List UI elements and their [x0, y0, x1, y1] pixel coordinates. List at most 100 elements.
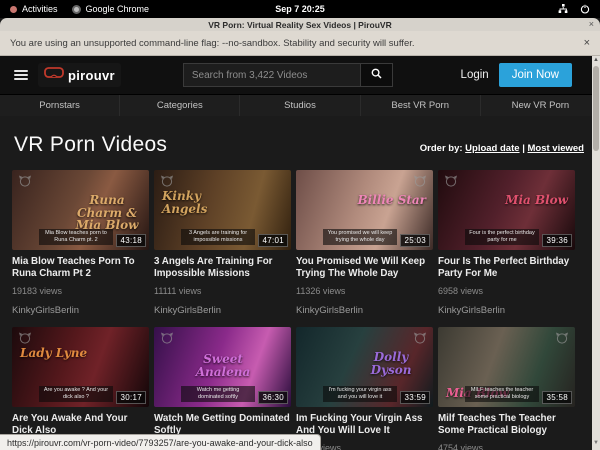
nav-item-pornstars[interactable]: Pornstars	[0, 95, 120, 116]
video-thumbnail[interactable]: Runa Charm & Mia Blow Mia Blow teaches p…	[12, 170, 149, 250]
thumbnail-overlay-title: Kinky Angels	[162, 190, 232, 215]
menu-icon[interactable]	[14, 70, 28, 80]
thumbnail-caption: MILF teaches the teacher some practical …	[465, 386, 539, 402]
video-views: 4754 views	[438, 443, 575, 450]
duration-badge: 30:17	[116, 391, 146, 404]
thumbnail-overlay-title: Dolly Dyson	[356, 351, 426, 376]
video-title[interactable]: Milf Teaches The Teacher Some Practical …	[438, 413, 575, 436]
video-title[interactable]: 3 Angels Are Training For Impossible Mis…	[154, 256, 291, 279]
scrollbar-thumb[interactable]	[593, 66, 599, 151]
video-views: 11326 views	[296, 286, 433, 296]
video-studio-link[interactable]: KinkyGirlsBerlin	[438, 305, 575, 316]
video-card[interactable]: Billie Star You promised we will keep tr…	[296, 170, 433, 316]
site-header: pirouvr Login Join Now	[0, 56, 600, 94]
thumbnail-caption: I'm fucking your virgin ass and you will…	[323, 386, 397, 402]
search-icon	[371, 66, 382, 84]
thumbnail-caption: Are you awake ? And your dick also ?	[39, 386, 113, 402]
thumbnail-caption: Mia Blow teaches porn to Runa Charm pt. …	[39, 229, 113, 245]
video-views: 19183 views	[12, 286, 149, 296]
browser-warning-bar: You are using an unsupported command-lin…	[0, 31, 600, 56]
page-scrollbar[interactable]: ▲ ▼	[592, 56, 600, 450]
duration-badge: 33:59	[400, 391, 430, 404]
warning-close-icon[interactable]: ×	[584, 37, 590, 49]
duration-badge: 25:03	[400, 234, 430, 247]
thumbnail-overlay-title: Mia Blow	[505, 194, 568, 207]
thumbnail-overlay-title: Billie Star	[358, 194, 427, 207]
studio-watermark-icon	[18, 174, 32, 192]
video-title[interactable]: Im Fucking Your Virgin Ass And You Will …	[296, 413, 433, 436]
studio-watermark-icon	[160, 331, 174, 349]
thumbnail-overlay-title: Lady Lyne	[20, 347, 87, 360]
video-thumbnail[interactable]: Mia Blow MILF teaches the teacher some p…	[438, 327, 575, 407]
browser-tab-strip: VR Porn: Virtual Reality Sex Videos | Pi…	[0, 18, 600, 31]
video-thumbnail[interactable]: Lady Lyne Are you awake ? And your dick …	[12, 327, 149, 407]
scrollbar-up-icon[interactable]: ▲	[592, 57, 600, 63]
video-studio-link[interactable]: KinkyGirlsBerlin	[154, 305, 291, 316]
video-grid-row-1: Runa Charm & Mia Blow Mia Blow teaches p…	[0, 170, 600, 316]
screen: Activities Google Chrome Sep 7 20:25 VR …	[0, 0, 600, 450]
order-by-controls: Order by: Upload date | Most viewed	[420, 143, 584, 154]
active-app-label: Google Chrome	[86, 4, 150, 14]
activities-indicator-icon	[10, 6, 17, 13]
video-thumbnail[interactable]: Billie Star You promised we will keep tr…	[296, 170, 433, 250]
nav-item-categories[interactable]: Categories	[120, 95, 240, 116]
page-viewport: pirouvr Login Join Now Pornstars Categor…	[0, 56, 600, 450]
search-form	[183, 63, 393, 87]
nav-item-new-vr-porn[interactable]: New VR Porn	[481, 95, 600, 116]
page-heading-row: VR Porn Videos Order by: Upload date | M…	[0, 116, 600, 170]
video-studio-link[interactable]: KinkyGirlsBerlin	[296, 305, 433, 316]
video-card[interactable]: Mia Blow Four is the perfect birthday pa…	[438, 170, 575, 316]
video-title[interactable]: Mia Blow Teaches Porn To Runa Charm Pt 2	[12, 256, 149, 279]
duration-badge: 43:18	[116, 234, 146, 247]
site-logo-text: pirouvr	[68, 68, 115, 83]
order-link-upload-date[interactable]: Upload date	[465, 143, 519, 154]
chrome-icon	[72, 5, 81, 14]
video-thumbnail[interactable]: Mia Blow Four is the perfect birthday pa…	[438, 170, 575, 250]
video-title[interactable]: Four Is The Perfect Birthday Party For M…	[438, 256, 575, 279]
site-logo[interactable]: pirouvr	[38, 63, 121, 87]
search-button[interactable]	[361, 63, 393, 87]
video-card[interactable]: Runa Charm & Mia Blow Mia Blow teaches p…	[12, 170, 149, 316]
video-title[interactable]: Are You Awake And Your Dick Also	[12, 413, 149, 436]
studio-watermark-icon	[555, 331, 569, 349]
duration-badge: 39:36	[542, 234, 572, 247]
video-thumbnail[interactable]: Dolly Dyson I'm fucking your virgin ass …	[296, 327, 433, 407]
nav-item-best-vr-porn[interactable]: Best VR Porn	[361, 95, 481, 116]
video-title[interactable]: Watch Me Getting Dominated Softly	[154, 413, 291, 436]
thumbnail-caption: 3 Angels are training for impossible mis…	[181, 229, 255, 245]
video-card[interactable]: Sweet Analena Watch me getting dominated…	[154, 327, 291, 450]
duration-badge: 35:58	[542, 391, 572, 404]
join-now-button[interactable]: Join Now	[499, 63, 572, 87]
video-views: 6958 views	[438, 286, 575, 296]
studio-watermark-icon	[413, 331, 427, 349]
thumbnail-caption: Four is the perfect birthday party for m…	[465, 229, 539, 245]
browser-status-bar: https://pirouvr.com/vr-porn-video/779325…	[0, 434, 321, 450]
login-link[interactable]: Login	[461, 69, 489, 81]
active-app-button[interactable]: Google Chrome	[72, 4, 150, 14]
video-card[interactable]: Dolly Dyson I'm fucking your virgin ass …	[296, 327, 433, 450]
video-title[interactable]: You Promised We Will Keep Trying The Who…	[296, 256, 433, 279]
browser-tab-title[interactable]: VR Porn: Virtual Reality Sex Videos | Pi…	[0, 20, 600, 30]
tab-close-icon[interactable]: ×	[589, 20, 594, 29]
video-studio-link[interactable]: KinkyGirlsBerlin	[12, 305, 149, 316]
nav-item-studios[interactable]: Studios	[240, 95, 360, 116]
power-icon[interactable]	[580, 4, 590, 14]
page-title: VR Porn Videos	[14, 133, 167, 157]
search-input[interactable]	[183, 63, 361, 87]
order-by-label: Order by:	[420, 143, 463, 154]
warning-text: You are using an unsupported command-lin…	[10, 38, 415, 49]
video-card[interactable]: Kinky Angels 3 Angels are training for i…	[154, 170, 291, 316]
thumbnail-overlay-title: Runa Charm & Mia Blow	[72, 194, 142, 232]
activities-label: Activities	[22, 4, 58, 14]
network-icon[interactable]	[558, 4, 568, 14]
thumbnail-overlay-title: Sweet Analena	[188, 353, 258, 378]
video-thumbnail[interactable]: Sweet Analena Watch me getting dominated…	[154, 327, 291, 407]
main-nav: Pornstars Categories Studios Best VR Por…	[0, 94, 600, 116]
order-link-most-viewed[interactable]: Most viewed	[528, 143, 585, 154]
video-card[interactable]: Mia Blow MILF teaches the teacher some p…	[438, 327, 575, 450]
video-thumbnail[interactable]: Kinky Angels 3 Angels are training for i…	[154, 170, 291, 250]
studio-watermark-icon	[413, 174, 427, 192]
video-card[interactable]: Lady Lyne Are you awake ? And your dick …	[12, 327, 149, 450]
activities-button[interactable]: Activities	[10, 4, 58, 14]
scrollbar-down-icon[interactable]: ▼	[592, 440, 600, 446]
